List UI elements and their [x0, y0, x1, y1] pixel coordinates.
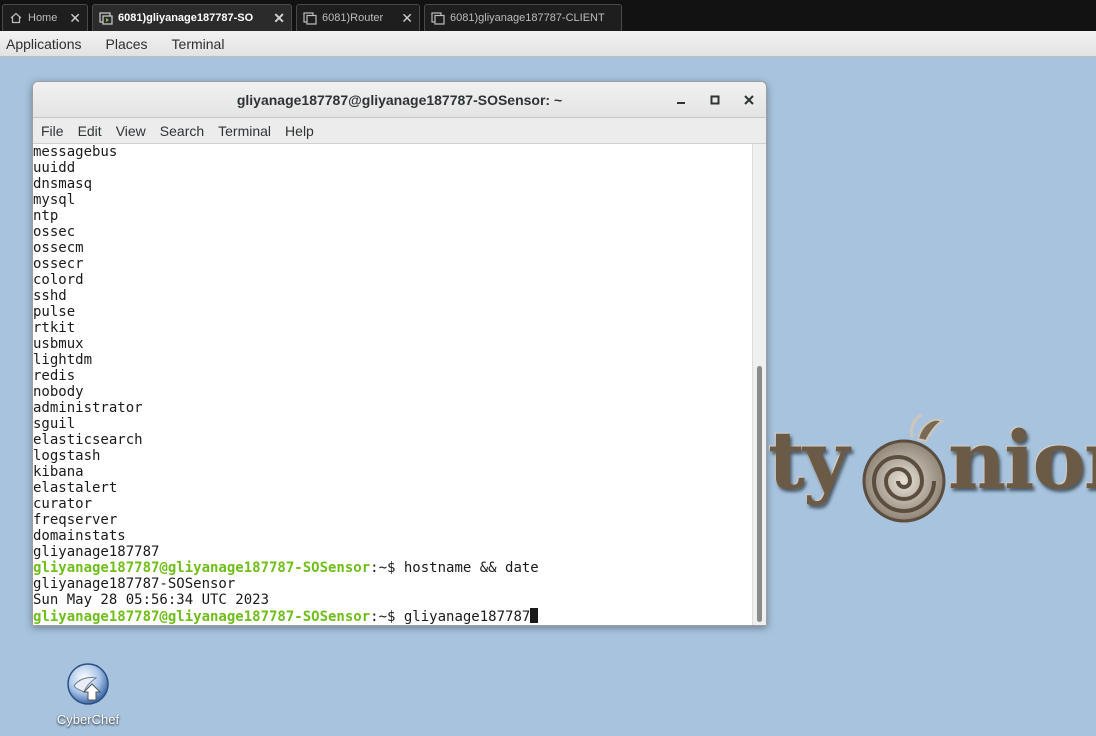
output-line: freqserver: [33, 512, 118, 528]
close-button[interactable]: [738, 89, 760, 111]
places-menu[interactable]: Places: [99, 36, 155, 52]
output-line: messagebus: [33, 144, 118, 160]
tab-label: 6081)gliyanage187787-SO: [118, 12, 254, 24]
prompt-user-host: gliyanage187787@gliyanage187787-SOSensor: [33, 609, 371, 625]
prompt-path: :~: [370, 560, 388, 576]
prompt-user-host: gliyanage187787@gliyanage187787-SOSensor: [33, 560, 371, 576]
output-line: ossecr: [33, 256, 84, 272]
prompt-path: :~: [370, 609, 388, 625]
output-line: ossec: [33, 224, 76, 240]
output-line: nobody: [33, 384, 84, 400]
top-panel: Applications Places Terminal: [0, 31, 1096, 57]
menu-search[interactable]: Search: [154, 123, 210, 139]
output-line: dnsmasq: [33, 176, 93, 192]
current-input[interactable]: gliyanage187787: [404, 609, 530, 625]
menu-help[interactable]: Help: [279, 123, 320, 139]
tab-home[interactable]: Home ✕: [2, 4, 88, 31]
close-icon[interactable]: ✕: [273, 11, 285, 25]
output-line: sguil: [33, 416, 76, 432]
window-titlebar[interactable]: gliyanage187787@gliyanage187787-SOSensor…: [33, 82, 766, 118]
prompt-symbol: $: [387, 609, 404, 625]
tab-client[interactable]: 6081)gliyanage187787-CLIENT: [424, 4, 622, 31]
text-cursor: [530, 608, 539, 623]
menu-edit[interactable]: Edit: [72, 123, 108, 139]
tab-so-sensor[interactable]: 6081)gliyanage187787-SO ✕: [92, 4, 292, 31]
maximize-button[interactable]: [704, 89, 726, 111]
output-line: administrator: [33, 400, 143, 416]
output-line: lightdm: [33, 352, 93, 368]
onion-swirl-icon: [862, 413, 946, 523]
terminal-launcher[interactable]: Terminal: [165, 36, 232, 52]
output-line: elasticsearch: [33, 432, 143, 448]
desktop-icon-cyberchef[interactable]: CyberChef: [46, 662, 130, 727]
terminal-window: gliyanage187787@gliyanage187787-SOSensor…: [32, 81, 767, 626]
output-line: mysql: [33, 192, 76, 208]
menu-view[interactable]: View: [110, 123, 152, 139]
output-line: uuidd: [33, 160, 76, 176]
output-line: curator: [33, 496, 93, 512]
copy-window-icon: [303, 11, 317, 25]
remote-console-icon: [99, 11, 113, 25]
command-text: hostname && date: [403, 560, 539, 576]
scrollbar[interactable]: [752, 144, 766, 625]
output-line: Sun May 28 05:56:34 UTC 2023: [33, 592, 270, 608]
tab-router[interactable]: 6081)Router ✕: [296, 4, 420, 31]
output-line: pulse: [33, 304, 76, 320]
prompt-line: gliyanage187787@gliyanage187787-SOSensor…: [33, 560, 754, 576]
close-icon[interactable]: ✕: [69, 11, 81, 25]
menu-file[interactable]: File: [35, 123, 70, 139]
security-onion-logo: ty nion: [768, 405, 1096, 535]
home-icon: [9, 11, 23, 25]
tab-label: Home: [28, 12, 58, 24]
scrollbar-thumb[interactable]: [757, 366, 762, 622]
applications-menu[interactable]: Applications: [0, 36, 89, 52]
output-line: ntp: [33, 208, 59, 224]
output-line: logstash: [33, 448, 101, 464]
output-line: gliyanage187787: [33, 544, 160, 560]
window-title: gliyanage187787@gliyanage187787-SOSensor…: [236, 92, 563, 108]
output-line: ossecm: [33, 240, 84, 256]
copy-window-icon: [431, 11, 445, 25]
minimize-button[interactable]: [670, 89, 692, 111]
terminal-menubar: File Edit View Search Terminal Help: [33, 118, 766, 144]
cyberchef-icon: [66, 662, 110, 706]
output-line: redis: [33, 368, 76, 384]
output-line: usbmux: [33, 336, 84, 352]
output-line: gliyanage187787-SOSensor: [33, 576, 236, 592]
output-line: kibana: [33, 464, 84, 480]
output-line: sshd: [33, 288, 67, 304]
close-icon[interactable]: ✕: [401, 11, 413, 25]
logo-text-right: nion: [948, 413, 1096, 507]
output-line: domainstats: [33, 528, 126, 544]
prompt-line: gliyanage187787@gliyanage187787-SOSensor…: [33, 608, 754, 625]
prompt-symbol: $: [387, 560, 404, 576]
logo-text-left: ty: [768, 413, 849, 507]
output-line: elastalert: [33, 480, 118, 496]
menu-terminal[interactable]: Terminal: [212, 123, 277, 139]
output-line: colord: [33, 272, 84, 288]
browser-tab-strip: Home ✕ 6081)gliyanage187787-SO ✕ 6081)Ro…: [0, 0, 1096, 31]
tab-label: 6081)Router: [322, 12, 384, 24]
terminal-output[interactable]: messagebus uuidd dnsmasq mysql ntp ossec…: [33, 144, 754, 625]
desktop-icon-label: CyberChef: [56, 712, 120, 727]
output-line: rtkit: [33, 320, 76, 336]
tab-label: 6081)gliyanage187787-CLIENT: [450, 12, 605, 24]
